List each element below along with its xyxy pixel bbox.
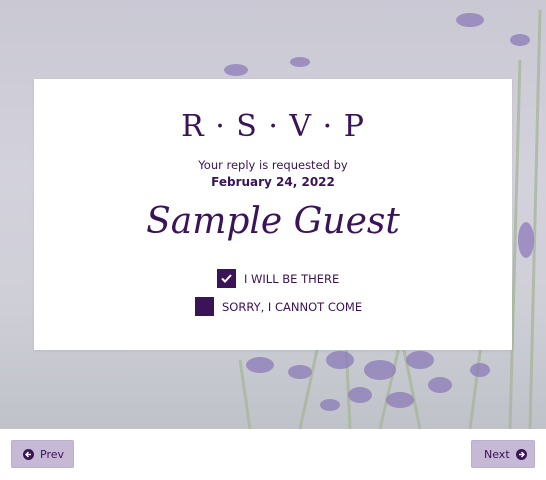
arrow-circle-right-icon: [515, 448, 527, 460]
reply-request-text: Your reply is requested by: [198, 158, 348, 172]
option-label: SORRY, I CANNOT COME: [222, 299, 363, 314]
arrow-circle-left-icon: [23, 448, 34, 460]
prev-label: Prev: [40, 447, 64, 461]
guest-name: Sample Guest: [146, 201, 400, 242]
checkbox[interactable]: [195, 297, 214, 316]
option-cannot-attend[interactable]: SORRY, I CANNOT COME: [195, 297, 362, 316]
checkmark-icon: [221, 274, 232, 283]
next-button[interactable]: Next: [471, 440, 535, 468]
rsvp-card: R · S · V · P Your reply is requested by…: [34, 79, 512, 350]
checkbox-checked[interactable]: [217, 269, 236, 288]
rsvp-title: R · S · V · P: [181, 109, 365, 144]
reply-by-date: February 24, 2022: [211, 175, 335, 189]
next-label: Next: [484, 447, 510, 461]
option-label: I WILL BE THERE: [244, 271, 340, 286]
prev-button[interactable]: Prev: [11, 440, 74, 468]
option-will-attend[interactable]: I WILL BE THERE: [217, 269, 339, 288]
